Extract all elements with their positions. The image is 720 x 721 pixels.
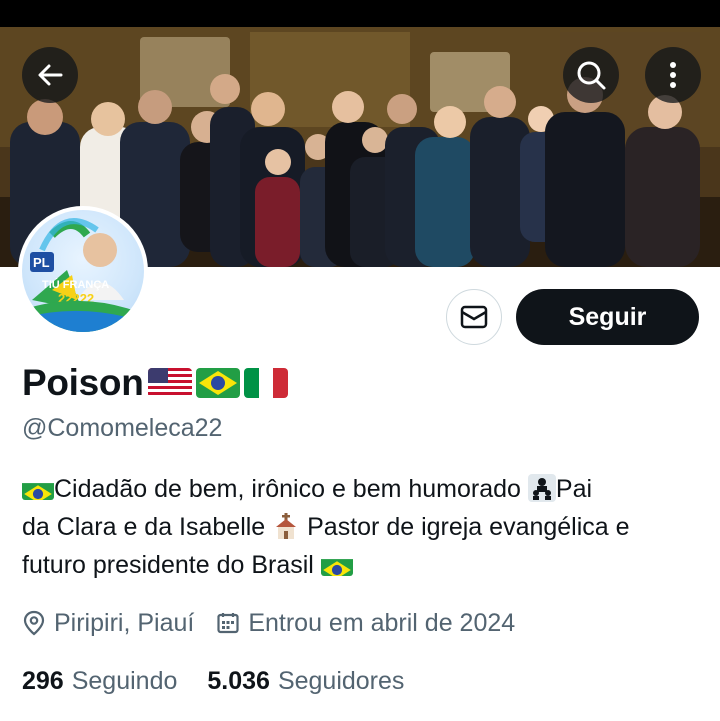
location-item: Piripiri, Piauí bbox=[22, 609, 194, 638]
joined-text: Entrou em abril de 2024 bbox=[248, 608, 516, 637]
message-button[interactable] bbox=[446, 289, 502, 345]
arrow-left-icon bbox=[38, 64, 63, 86]
follow-button[interactable]: Seguir bbox=[516, 289, 699, 345]
calendar-icon bbox=[217, 613, 239, 634]
bio-text-3: da Clara e da Isabelle bbox=[22, 513, 273, 541]
flag-usa-icon bbox=[147, 368, 192, 398]
search-button[interactable] bbox=[563, 47, 619, 103]
search-icon bbox=[577, 61, 606, 90]
family-icon bbox=[527, 474, 556, 502]
bio-text-2: Pai bbox=[555, 475, 593, 503]
display-name: Poison bbox=[22, 362, 144, 403]
bio-text-5: futuro presidente do Brasil bbox=[22, 551, 321, 579]
followers-link[interactable]: 5.036 Seguidores bbox=[207, 667, 404, 696]
avatar-name-text: TIÚ FRANÇA bbox=[42, 278, 109, 291]
flag-brazil-icon bbox=[195, 368, 240, 398]
more-vertical-icon bbox=[670, 62, 676, 88]
flag-brazil-icon bbox=[320, 554, 353, 576]
more-options-button[interactable] bbox=[645, 47, 701, 103]
following-link[interactable]: 296 Seguindo bbox=[22, 667, 177, 696]
church-icon bbox=[272, 512, 300, 540]
profile-meta: Piripiri, Piauí Entrou em abril de 2024 bbox=[22, 605, 515, 641]
name-row: Poison bbox=[22, 360, 288, 406]
follow-stats: 296 Seguindo 5.036 Seguidores bbox=[22, 663, 404, 699]
profile-avatar[interactable]: PL TIÚ FRANÇA 22222 bbox=[18, 206, 148, 336]
status-bar-area bbox=[0, 0, 720, 27]
mail-icon bbox=[460, 305, 488, 329]
joined-item: Entrou em abril de 2024 bbox=[216, 609, 515, 638]
following-label: Seguindo bbox=[71, 666, 178, 695]
location-pin-icon bbox=[23, 610, 45, 636]
followers-label: Seguidores bbox=[277, 666, 405, 695]
name-flags bbox=[147, 368, 288, 398]
followers-count: 5.036 bbox=[207, 666, 270, 695]
avatar-badge-text: PL bbox=[33, 255, 50, 270]
following-count: 296 bbox=[22, 666, 64, 695]
location-text: Piripiri, Piauí bbox=[54, 608, 195, 637]
bio-text-4: Pastor de igreja evangélica e bbox=[300, 513, 630, 541]
avatar-image: PL TIÚ FRANÇA 22222 bbox=[22, 210, 144, 332]
user-handle: @Comomeleca22 bbox=[22, 414, 223, 442]
flag-italy-icon bbox=[243, 368, 288, 398]
back-button[interactable] bbox=[22, 47, 78, 103]
flag-brazil-icon bbox=[22, 478, 54, 500]
profile-bio: Cidadão de bem, irônico e bem humorado P… bbox=[22, 470, 702, 584]
bio-text-1: Cidadão de bem, irônico e bem humorado bbox=[54, 475, 528, 503]
